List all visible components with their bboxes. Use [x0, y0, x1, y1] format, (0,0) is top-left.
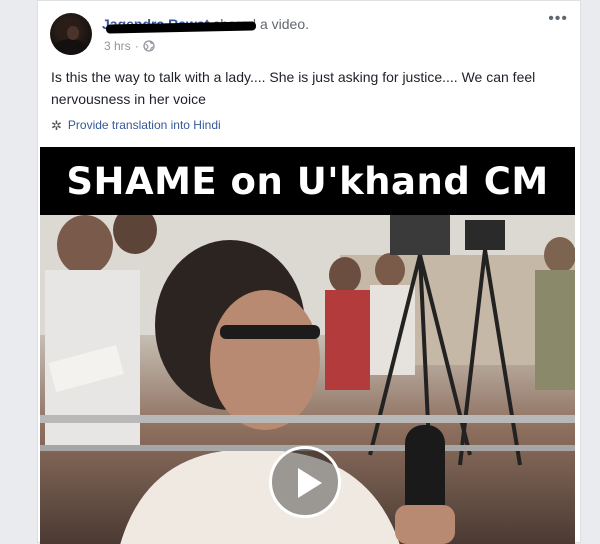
post-timestamp[interactable]: 3 hrs [104, 39, 131, 53]
play-button[interactable] [269, 446, 341, 518]
avatar-photo [52, 18, 88, 55]
video-frame [40, 206, 575, 544]
gear-icon: ✲ [51, 117, 62, 133]
translation-link-label: Provide translation into Hindi [67, 118, 221, 132]
post-card: Jagendra Rawat shared a video. 3 hrs · •… [37, 0, 581, 544]
video-banner: SHAME on U'khand CM [40, 147, 575, 215]
video-player[interactable]: SHAME on U'khand CM [40, 147, 575, 544]
meta-separator: · [134, 39, 139, 53]
post-text: Is this the way to talk with a lady.... … [51, 69, 536, 107]
author-avatar[interactable] [50, 13, 92, 55]
post-meta: 3 hrs · [104, 39, 155, 53]
play-icon [298, 468, 322, 498]
translation-link[interactable]: ✲ Provide translation into Hindi [51, 118, 221, 132]
globe-icon[interactable] [143, 40, 155, 52]
more-options-icon[interactable]: ••• [548, 11, 568, 27]
video-banner-text: SHAME on U'khand CM [66, 159, 549, 203]
